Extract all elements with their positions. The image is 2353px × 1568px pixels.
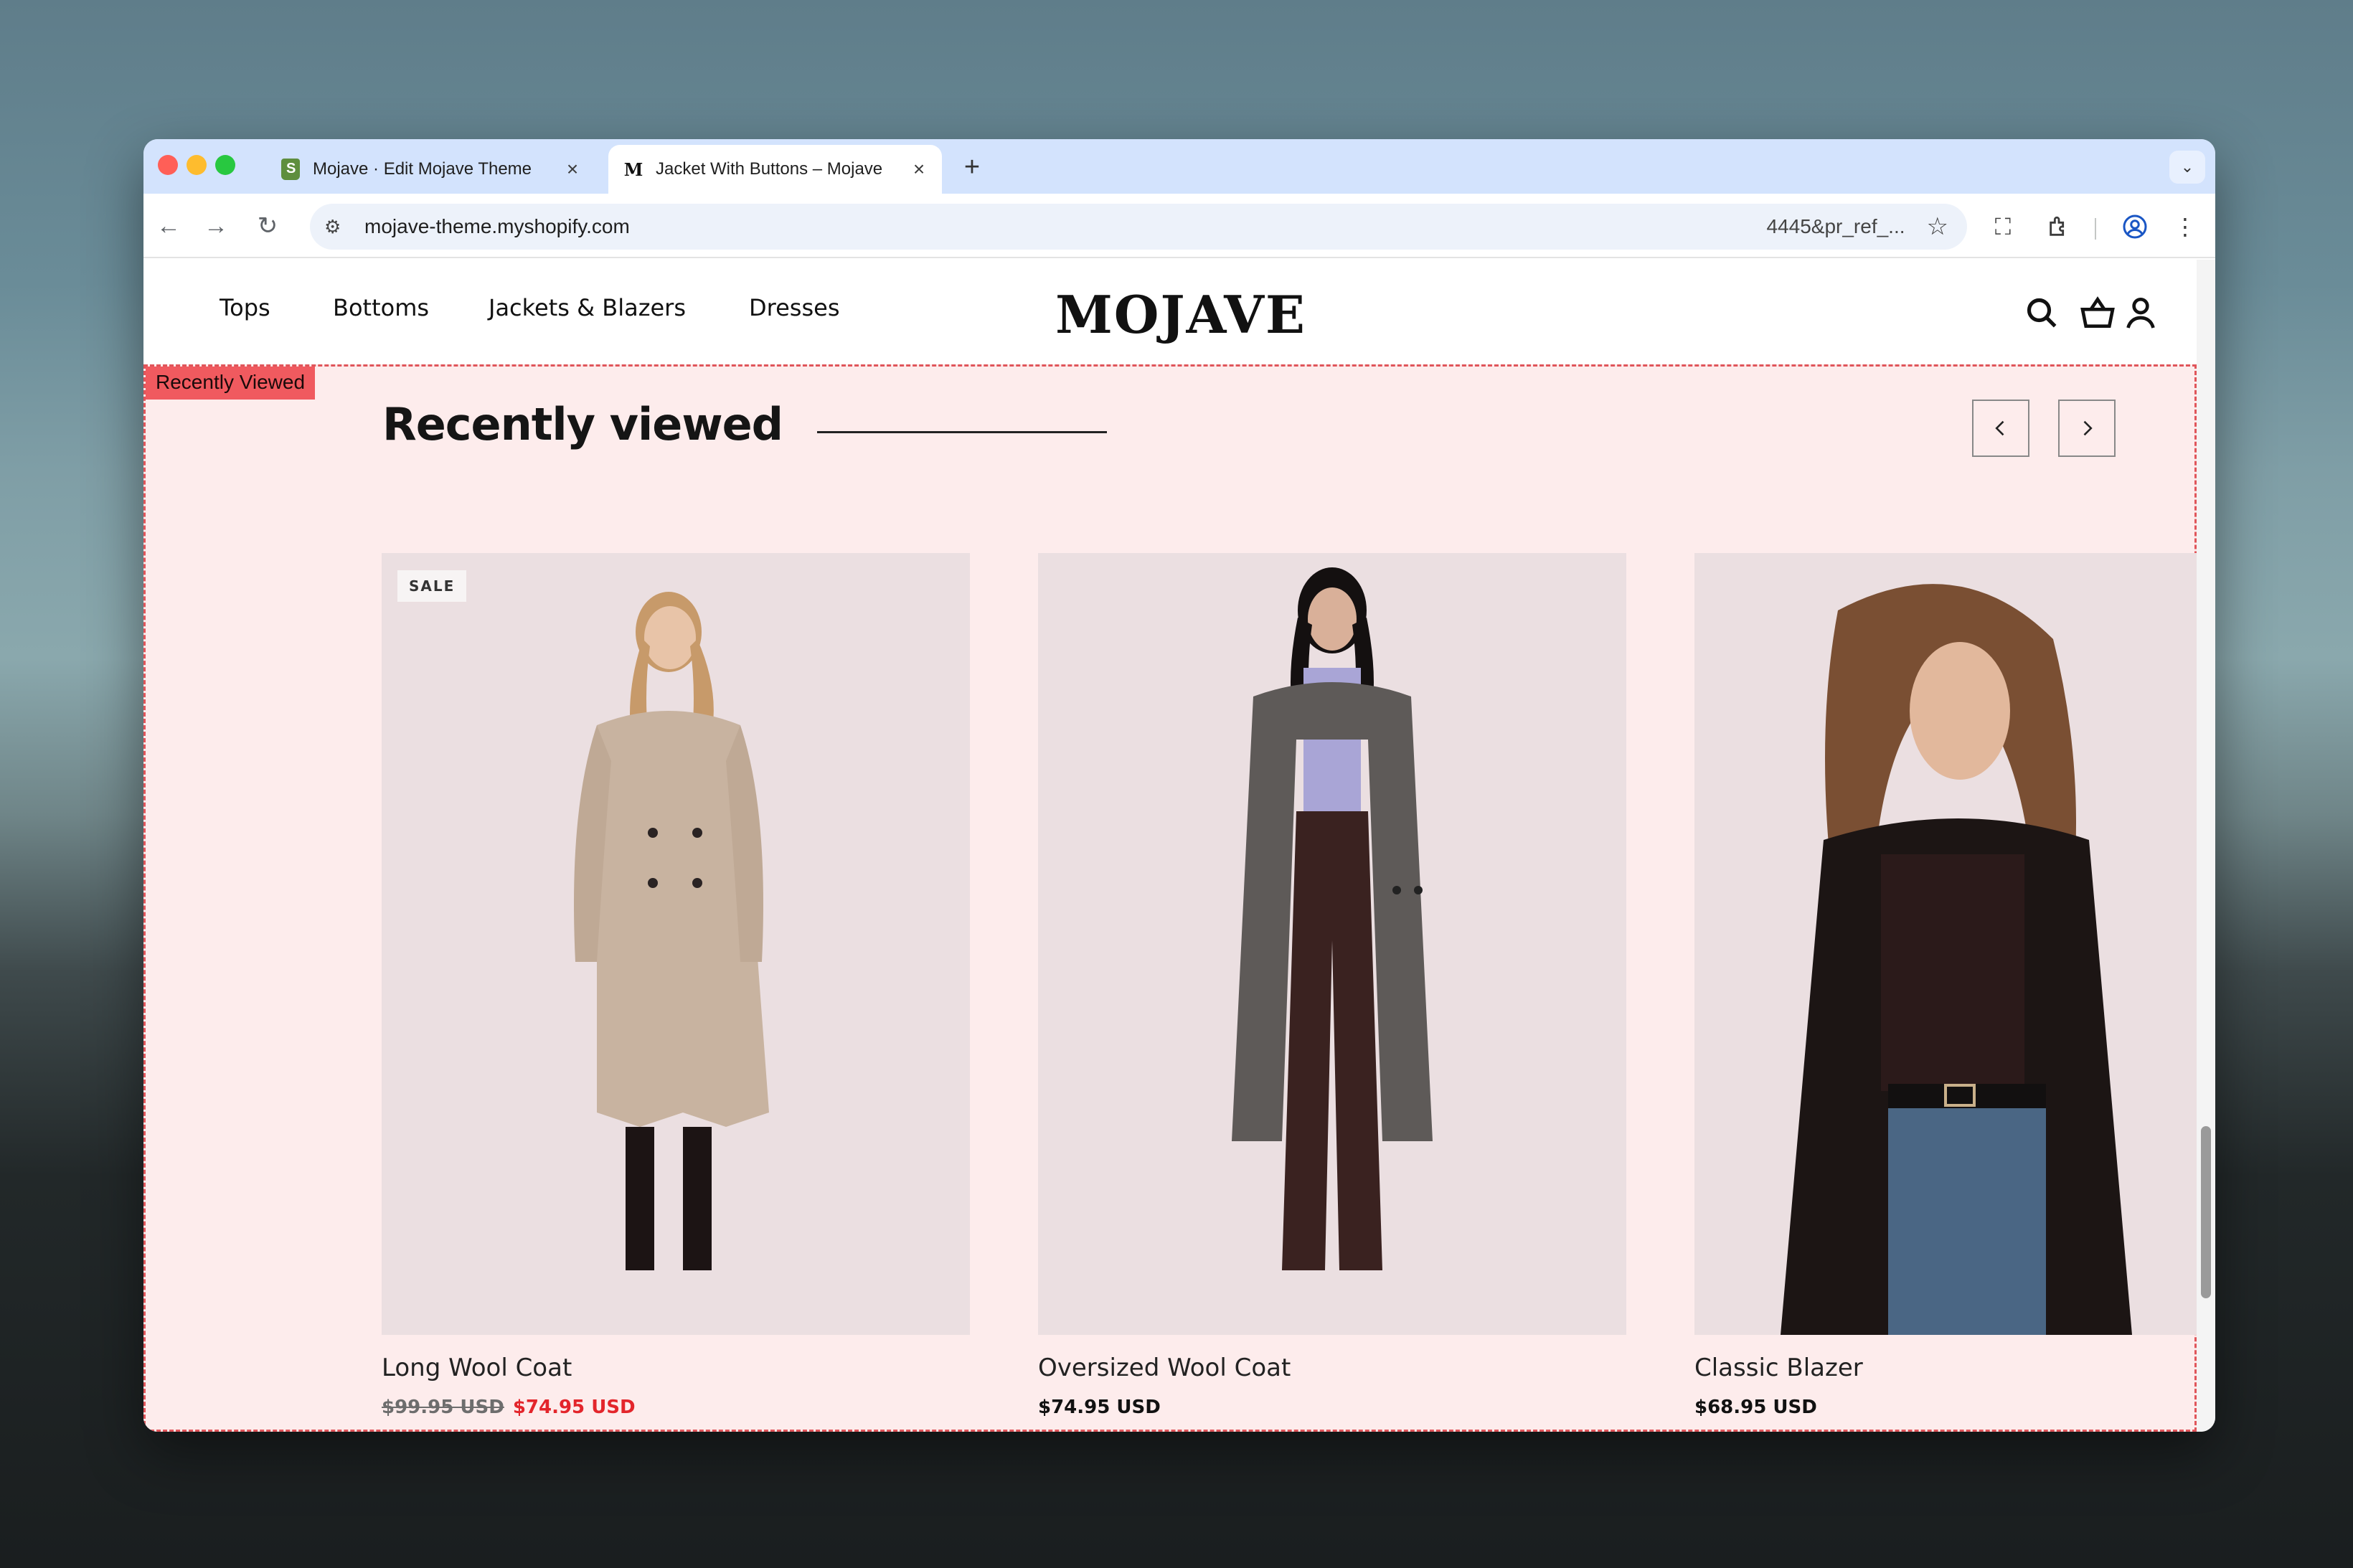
tab-title: Mojave · Edit Mojave Theme [313, 159, 532, 179]
search-icon[interactable] [2022, 293, 2062, 333]
product-name[interactable]: Classic Blazer [1694, 1354, 1863, 1382]
sale-price: $74.95 USD [512, 1397, 636, 1418]
screen-capture-icon[interactable]: ⛶ [1986, 209, 2020, 244]
product-price: $68.95 USD [1694, 1397, 1817, 1418]
web-page: Tops Bottoms Jackets & Blazers Dresses M… [143, 260, 2197, 1432]
section-title: Recently viewed [382, 398, 783, 450]
site-settings-icon[interactable]: ⚙ [324, 216, 353, 238]
tab-jacket-with-buttons[interactable]: M Jacket With Buttons – Mojave × [608, 145, 942, 194]
nav-bottoms[interactable]: Bottoms [333, 294, 429, 321]
close-window-button[interactable] [158, 155, 178, 175]
product-image[interactable] [1694, 553, 2197, 1335]
tab-title: Jacket With Buttons – Mojave [656, 159, 883, 179]
nav-dresses[interactable]: Dresses [749, 294, 839, 321]
site-header: Tops Bottoms Jackets & Blazers Dresses M… [143, 260, 2197, 364]
close-tab-icon[interactable]: × [905, 158, 933, 181]
zoom-window-button[interactable] [215, 155, 235, 175]
product-card-classic-blazer[interactable]: Classic Blazer $68.95 USD [1694, 553, 2197, 1418]
new-tab-button[interactable]: + [954, 151, 990, 186]
tab-strip: Mojave · Edit Mojave Theme × M Jacket Wi… [143, 139, 2215, 194]
product-price: $99.95 USD $74.95 USD [382, 1397, 636, 1418]
nav-jackets-blazers[interactable]: Jackets & Blazers [489, 294, 686, 321]
nav-tops[interactable]: Tops [220, 294, 270, 321]
product-price: $74.95 USD [1038, 1397, 1161, 1418]
account-icon[interactable] [2121, 293, 2161, 333]
carousel-prev-button[interactable] [1972, 400, 2029, 457]
recently-viewed-section: Recently Viewed Recently viewed SALE Lon… [143, 364, 2197, 1432]
browser-toolbar: ← → ↻ ⚙ mojave-theme.myshopify.com 4445&… [143, 194, 2215, 258]
forward-icon[interactable]: → [198, 208, 234, 244]
cart-icon[interactable] [2078, 293, 2118, 333]
product-name[interactable]: Oversized Wool Coat [1038, 1354, 1291, 1382]
address-bar[interactable]: ⚙ mojave-theme.myshopify.com 4445&pr_ref… [310, 204, 1967, 250]
shopify-icon [280, 159, 301, 180]
back-icon[interactable]: ← [151, 208, 187, 244]
close-tab-icon[interactable]: × [558, 158, 587, 181]
profile-icon[interactable] [2118, 209, 2152, 244]
product-name[interactable]: Long Wool Coat [382, 1354, 572, 1382]
sale-badge: SALE [397, 570, 467, 602]
chevron-right-icon [2083, 420, 2093, 436]
address-url-tail: 4445&pr_ref_... [1766, 215, 1905, 237]
minimize-window-button[interactable] [187, 155, 207, 175]
address-url[interactable]: mojave-theme.myshopify.com [364, 215, 1766, 238]
product-image[interactable]: SALE [382, 553, 970, 1335]
title-divider [817, 431, 1107, 433]
mojave-favicon-icon: M [623, 159, 643, 180]
section-tag[interactable]: Recently Viewed [146, 367, 316, 400]
product-card-oversized-wool-coat[interactable]: Oversized Wool Coat $74.95 USD [1038, 553, 1626, 1418]
browser-window: Mojave · Edit Mojave Theme × M Jacket Wi… [143, 139, 2215, 1432]
site-logo[interactable]: MOJAVE [1052, 284, 1310, 345]
product-image[interactable] [1038, 553, 1626, 1335]
compare-at-price: $99.95 USD [382, 1397, 504, 1418]
scrollbar-thumb[interactable] [2201, 1126, 2211, 1298]
tab-search-chevron-icon[interactable]: ⌄ [2169, 151, 2205, 184]
chevron-left-icon [1995, 420, 2004, 436]
browser-menu-icon[interactable]: ⋮ [2168, 209, 2202, 244]
toolbar-divider [2095, 218, 2096, 240]
bookmark-star-icon[interactable]: ☆ [1927, 212, 1948, 241]
carousel-next-button[interactable] [2058, 400, 2116, 457]
reload-icon[interactable]: ↻ [250, 208, 286, 244]
page-scrollbar[interactable] [2197, 260, 2215, 1432]
extensions-icon[interactable] [2042, 209, 2076, 244]
tab-mojave-edit-theme[interactable]: Mojave · Edit Mojave Theme × [265, 145, 595, 194]
product-card-long-wool-coat[interactable]: SALE Long Wool Coat $99.95 USD $74.95 USD [382, 553, 970, 1418]
